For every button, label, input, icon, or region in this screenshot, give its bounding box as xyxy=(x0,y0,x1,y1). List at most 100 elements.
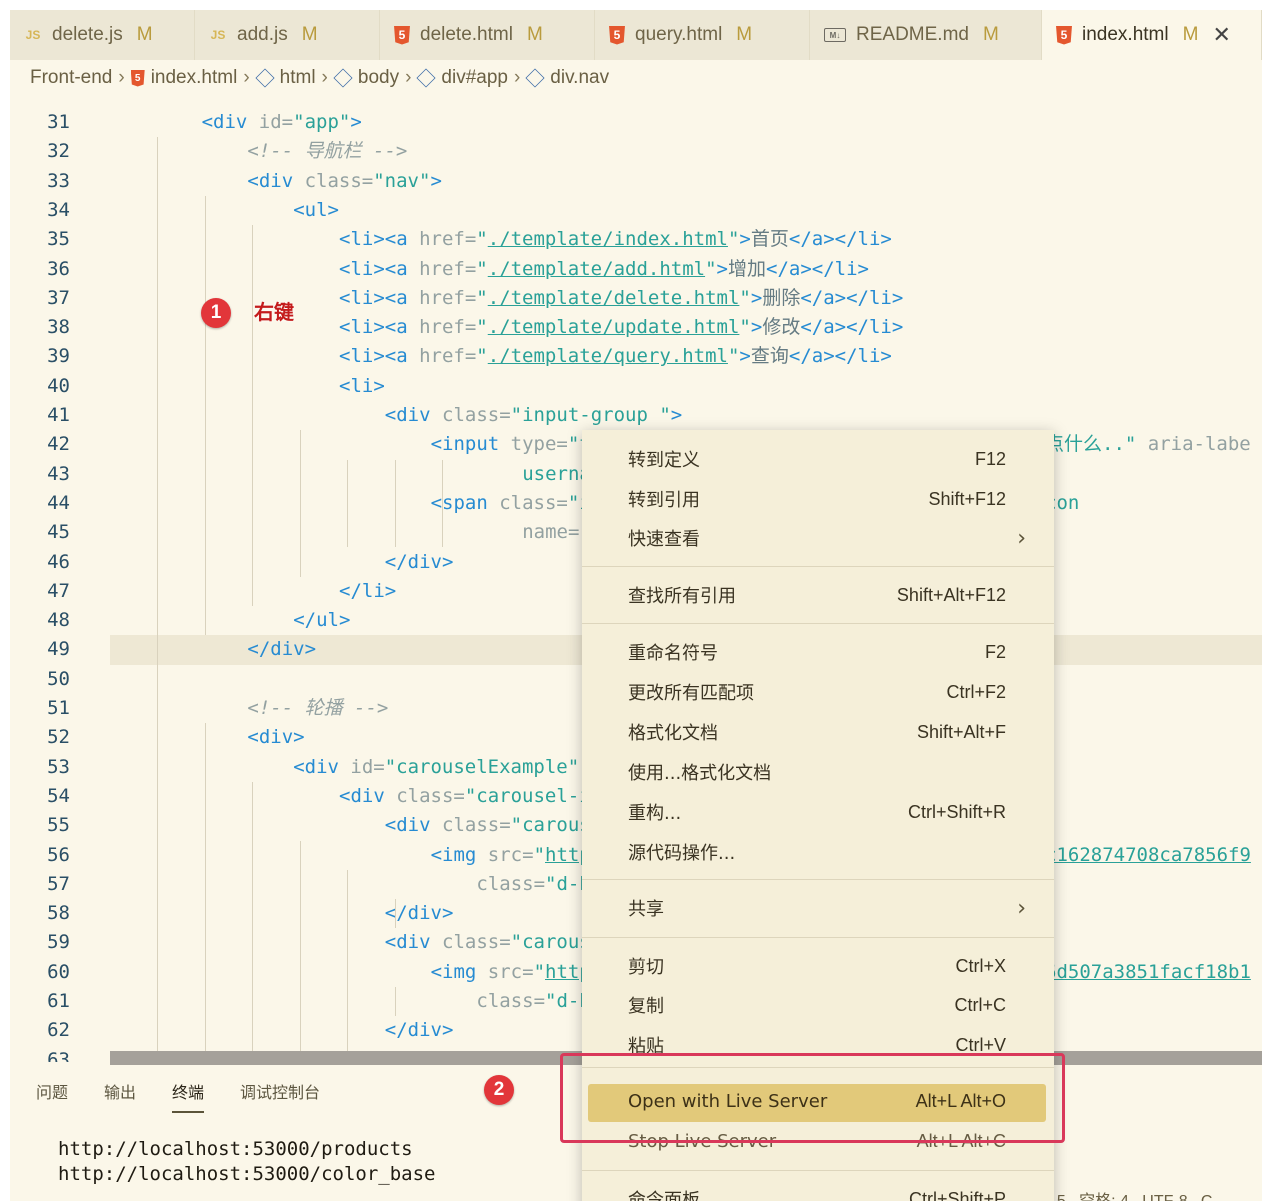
token-attr: id= xyxy=(258,111,294,133)
code-text-right: 6d507a3851facf18b1 xyxy=(1045,958,1251,987)
code-line[interactable]: 37 <li><a href="./template/delete.html">删… xyxy=(10,284,1262,313)
token-str: " xyxy=(476,316,488,339)
close-icon[interactable]: ✕ xyxy=(1212,22,1230,48)
token-tag: </a></li> xyxy=(766,257,869,280)
tab-label: query.html xyxy=(635,24,723,45)
menu-item[interactable]: 使用...格式化文档 xyxy=(582,755,1054,789)
menu-item-shortcut: Ctrl+Shift+P xyxy=(908,1188,1006,1201)
code-text: </ul> xyxy=(293,606,350,635)
code-text: <div> xyxy=(247,723,304,752)
code-line[interactable]: 35 <li><a href="./template/index.html">首页… xyxy=(10,225,1262,254)
token-attr: class= xyxy=(442,931,511,954)
breadcrumb-item[interactable]: div#app xyxy=(416,67,508,89)
menu-item[interactable]: 重构... Ctrl+Shift+R xyxy=(582,795,1054,829)
token-str: " xyxy=(533,843,546,866)
menu-item-shortcut: F2 xyxy=(984,641,1006,662)
code-text: </div> xyxy=(247,635,316,664)
code-text: <li><a href="./template/update.html">修改<… xyxy=(339,313,903,342)
menu-item[interactable]: 格式化文档 Shift+Alt+F xyxy=(582,715,1054,749)
menu-item[interactable]: 源代码操作... xyxy=(582,835,1054,869)
token-link[interactable]: 6d507a3851facf18b1 xyxy=(1045,961,1251,983)
breadcrumb-item[interactable]: html xyxy=(255,67,316,89)
panel-tab[interactable]: 终端 xyxy=(172,1079,205,1113)
token-link[interactable]: ./template/query.html xyxy=(488,345,728,367)
code-line[interactable]: 39 <li><a href="./template/query.html">查询… xyxy=(10,342,1262,371)
indent-guide xyxy=(252,225,253,607)
tab-delete-js[interactable]: JS delete.js M xyxy=(10,10,195,60)
token-attr: class= xyxy=(476,990,546,1012)
tab-add-js[interactable]: JS add.js M xyxy=(195,10,380,60)
code-line[interactable]: 31 <div id="app"> xyxy=(10,108,1262,137)
tab-README-md[interactable]: M↓ README.md M xyxy=(810,10,1042,60)
code-text: </div> xyxy=(385,548,454,577)
panel-tab[interactable]: 输出 xyxy=(104,1079,136,1113)
token-cmt: <!-- 导航栏 --> xyxy=(247,140,408,163)
breadcrumb-item[interactable]: body xyxy=(333,67,399,89)
breadcrumb-label: index.html xyxy=(150,67,238,88)
menu-item[interactable]: 重命名符号 F2 xyxy=(582,635,1054,669)
tab-delete-html[interactable]: 5 delete.html M xyxy=(380,10,595,60)
token-txt: 增加 xyxy=(727,257,766,280)
menu-item[interactable]: 查找所有引用 Shift+Alt+F12 xyxy=(582,578,1054,612)
code-line[interactable]: 34 <ul> xyxy=(10,196,1262,225)
indent-guide xyxy=(347,869,348,1062)
code-line[interactable]: 40 <li> xyxy=(10,372,1262,401)
breadcrumb-item[interactable]: Front-end xyxy=(30,67,112,89)
menu-item-shortcut: Shift+Alt+F12 xyxy=(896,584,1006,605)
token-str: " xyxy=(727,228,740,251)
menu-item[interactable]: 转到定义 F12 xyxy=(582,442,1054,476)
token-attr: href= xyxy=(419,345,477,368)
code-line[interactable]: 41 <div class="input-group "> xyxy=(10,401,1262,430)
menu-item-label: 重构... xyxy=(628,803,682,824)
cube-shape xyxy=(416,68,436,88)
token-str: " xyxy=(739,286,751,309)
line-number: 56 xyxy=(47,843,70,866)
line-number: 40 xyxy=(47,374,70,397)
code-line[interactable]: 38 <li><a href="./template/update.html">修… xyxy=(10,313,1262,342)
menu-item[interactable]: 更改所有匹配项 Ctrl+F2 xyxy=(582,675,1054,709)
token-link[interactable]: ./template/index.html xyxy=(488,228,728,250)
token-link[interactable]: ./template/update.html xyxy=(488,316,740,338)
token-tag: > xyxy=(750,286,763,309)
menu-item[interactable]: 共享 › xyxy=(582,891,1054,925)
tab-index-html[interactable]: 5 index.html M ✕ xyxy=(1042,10,1262,60)
menu-item-shortcut: Shift+Alt+F xyxy=(916,721,1006,742)
terminal-output[interactable]: http://localhost:53000/products http://lo… xyxy=(58,1137,436,1187)
cube-shape xyxy=(255,68,275,88)
menu-item[interactable]: 命令面板... Ctrl+Shift+P xyxy=(582,1182,1054,1201)
breadcrumb-item[interactable]: 5 index.html xyxy=(130,67,238,89)
terminal-line: http://localhost:53000/color_base xyxy=(58,1163,436,1185)
line-number: 42 xyxy=(47,433,70,456)
html-file-icon: 5 xyxy=(394,25,410,45)
token-tag: </a></li> xyxy=(788,228,892,251)
code-text: <li><a href="./template/index.html">首页</… xyxy=(339,225,892,254)
line-number: 59 xyxy=(47,931,70,954)
token-attr: name= xyxy=(522,521,580,544)
token-link[interactable]: ./template/add.html xyxy=(488,258,705,280)
menu-separator xyxy=(582,623,1054,624)
line-number: 33 xyxy=(47,169,70,192)
line-number: 41 xyxy=(47,404,70,426)
code-line[interactable]: 36 <li><a href="./template/add.html">增加</… xyxy=(10,255,1262,284)
menu-item[interactable]: 转到引用 Shift+F12 xyxy=(582,482,1054,516)
step-2-marker: 2 xyxy=(484,1075,514,1105)
tab-query-html[interactable]: 5 query.html M xyxy=(595,10,810,60)
cube-shape xyxy=(333,68,353,88)
token-cmt: <!-- 轮播 --> xyxy=(247,697,389,719)
code-line[interactable]: 33 <div class="nav"> xyxy=(10,167,1262,196)
panel-tab[interactable]: 问题 xyxy=(36,1079,68,1113)
menu-item[interactable]: 剪切 Ctrl+X xyxy=(582,949,1054,983)
code-text: <!-- 轮播 --> xyxy=(247,694,388,723)
panel-tab[interactable]: 调试控制台 xyxy=(240,1079,320,1113)
breadcrumb-item[interactable]: div.nav xyxy=(525,67,609,89)
menu-item[interactable]: 复制 Ctrl+C xyxy=(582,988,1054,1022)
token-link[interactable]: c162874708ca7856f9 xyxy=(1045,844,1251,866)
line-number: 48 xyxy=(47,609,70,632)
menu-item[interactable]: 快速查看 › xyxy=(582,521,1054,555)
html-file-icon: 5 xyxy=(1056,25,1072,45)
token-tag: > xyxy=(750,316,763,339)
token-link[interactable]: ./template/delete.html xyxy=(488,287,740,309)
modified-indicator: M xyxy=(526,24,543,45)
menu-separator xyxy=(582,879,1054,880)
code-line[interactable]: 32 <!-- 导航栏 --> xyxy=(10,137,1262,166)
